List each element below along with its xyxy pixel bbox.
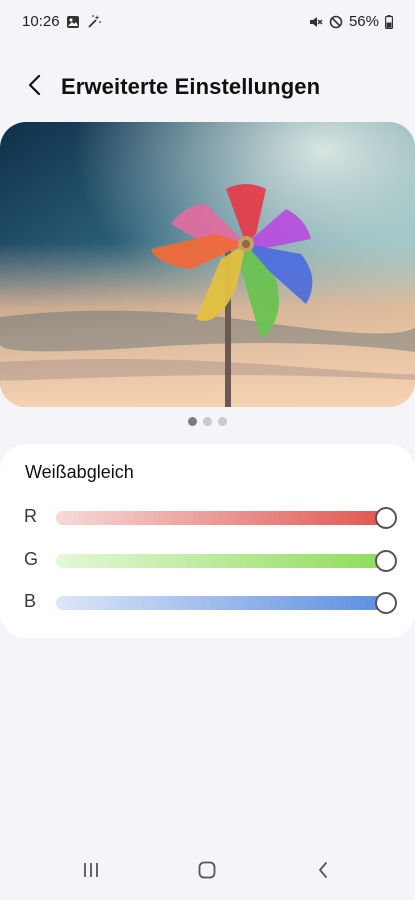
white-balance-title: Weißabgleich bbox=[25, 462, 134, 482]
page-dot-1[interactable] bbox=[188, 417, 197, 426]
pinwheel-image bbox=[0, 122, 415, 407]
home-icon bbox=[198, 861, 216, 884]
slider-green: G bbox=[0, 545, 415, 575]
do-not-disturb-icon bbox=[329, 15, 343, 29]
recent-apps-button[interactable] bbox=[71, 858, 111, 886]
status-bar: 10:26 56% bbox=[0, 0, 415, 44]
status-right: 56% bbox=[309, 13, 393, 30]
page-dot-3[interactable] bbox=[218, 417, 227, 426]
battery-percent: 56% bbox=[348, 13, 379, 30]
slider-blue-thumb[interactable] bbox=[375, 592, 397, 614]
magic-wand-icon bbox=[86, 14, 102, 30]
page-indicator bbox=[0, 417, 415, 426]
mute-icon bbox=[309, 15, 323, 29]
slider-green-label: G bbox=[24, 549, 39, 569]
app-bar: Erweiterte Einstellungen bbox=[0, 68, 415, 108]
page-title: Erweiterte Einstellungen bbox=[61, 74, 321, 99]
nav-back-button[interactable] bbox=[303, 858, 343, 886]
preview-image[interactable] bbox=[0, 122, 415, 407]
slider-red-track[interactable] bbox=[56, 507, 397, 529]
chevron-left-icon bbox=[27, 74, 43, 101]
slider-red-label: R bbox=[24, 506, 37, 526]
slider-blue: B bbox=[0, 587, 415, 617]
status-left: 10:26 bbox=[22, 13, 102, 30]
battery-icon bbox=[385, 14, 393, 29]
recent-apps-icon bbox=[82, 862, 100, 883]
white-balance-card: Weißabgleich R G B bbox=[0, 444, 415, 638]
back-button[interactable] bbox=[20, 72, 50, 102]
image-icon bbox=[66, 15, 80, 29]
slider-blue-track[interactable] bbox=[56, 592, 397, 614]
home-button[interactable] bbox=[187, 858, 227, 886]
slider-red-thumb[interactable] bbox=[375, 507, 397, 529]
slider-red-fill bbox=[56, 511, 386, 525]
clock: 10:26 bbox=[22, 13, 60, 30]
slider-red: R bbox=[0, 502, 415, 532]
slider-green-thumb[interactable] bbox=[375, 550, 397, 572]
navigation-bar bbox=[0, 844, 415, 900]
page-dot-2[interactable] bbox=[203, 417, 212, 426]
back-icon bbox=[317, 861, 329, 884]
slider-blue-fill bbox=[56, 596, 386, 610]
slider-green-track[interactable] bbox=[56, 550, 397, 572]
slider-blue-label: B bbox=[24, 591, 37, 611]
slider-green-fill bbox=[56, 554, 386, 568]
